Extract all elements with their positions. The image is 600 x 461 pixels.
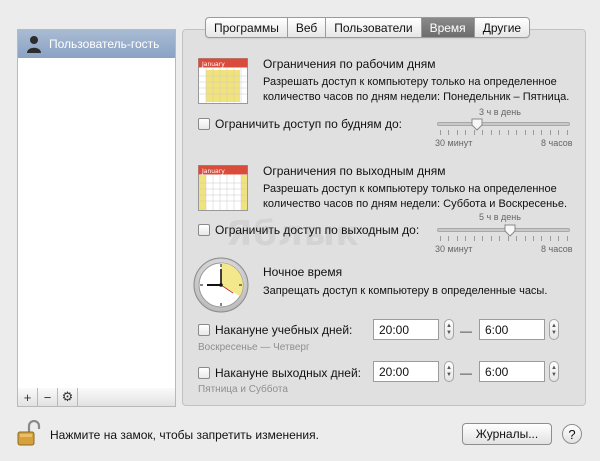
weekend-limit-label: Ограничить доступ по выходным до: bbox=[215, 223, 420, 237]
weekend-nights-row[interactable]: Накануне выходных дней: bbox=[198, 366, 361, 380]
weekday-limits-title: Ограничения по рабочим дням bbox=[263, 57, 436, 71]
calendar-weekend-icon: January bbox=[198, 165, 248, 211]
tab-web[interactable]: Веб bbox=[288, 18, 327, 37]
tab-bar: Программы Веб Пользователи Время Другие bbox=[205, 17, 531, 38]
weekend-limits-description: Разрешать доступ к компьютеру только на … bbox=[263, 183, 568, 210]
school-nights-to-stepper[interactable]: ▲ ▼ bbox=[549, 319, 559, 340]
school-nights-dash: — bbox=[460, 324, 472, 338]
tab-other[interactable]: Другие bbox=[475, 18, 529, 37]
tab-apps[interactable]: Программы bbox=[206, 18, 288, 37]
weekend-nights-from-field[interactable]: 20:00 bbox=[373, 361, 439, 382]
weekday-limit-checkbox[interactable] bbox=[198, 118, 210, 130]
lock-hint-text: Нажмите на замок, чтобы запретить измене… bbox=[50, 428, 319, 442]
bedtime-description: Запрещать доступ к компьютеру в определе… bbox=[263, 285, 548, 297]
remove-user-button[interactable]: − bbox=[38, 388, 58, 406]
sidebar-item-guest-user[interactable]: Пользователь-гость bbox=[18, 30, 175, 58]
tab-people[interactable]: Пользователи bbox=[326, 18, 422, 37]
lock-open-icon[interactable] bbox=[17, 419, 41, 446]
weekend-nights-days: Пятница и Суббота bbox=[198, 384, 288, 395]
weekday-slider-value: 3 ч в день bbox=[479, 107, 521, 117]
calendar-month-label: January bbox=[201, 168, 225, 175]
school-nights-to-field[interactable]: 6:00 bbox=[479, 319, 545, 340]
sidebar-toolbar: + − ⚙ bbox=[17, 388, 176, 407]
weekend-nights-label: Накануне выходных дней: bbox=[215, 366, 361, 380]
weekday-limit-row[interactable]: Ограничить доступ по будням до: bbox=[198, 117, 402, 131]
calendar-month-label: January bbox=[201, 61, 225, 68]
weekend-nights-to-field[interactable]: 6:00 bbox=[479, 361, 545, 382]
sidebar-item-label: Пользователь-гость bbox=[49, 37, 160, 51]
school-nights-days: Воскресенье — Четверг bbox=[198, 342, 310, 353]
school-nights-checkbox[interactable] bbox=[198, 324, 210, 336]
calendar-weekday-icon: January bbox=[198, 58, 248, 104]
weekend-limits-title: Ограничения по выходным дням bbox=[263, 164, 446, 178]
weekend-slider-max: 8 часов bbox=[541, 244, 573, 254]
tab-time[interactable]: Время bbox=[421, 18, 475, 37]
weekend-limit-checkbox[interactable] bbox=[198, 224, 210, 236]
add-user-button[interactable]: + bbox=[18, 388, 38, 406]
weekday-limits-description: Разрешать доступ к компьютеру только на … bbox=[263, 76, 570, 103]
bedtime-title: Ночное время bbox=[263, 265, 343, 279]
weekend-slider-min: 30 минут bbox=[435, 244, 473, 254]
logs-button[interactable]: Журналы... bbox=[462, 423, 552, 445]
weekend-limit-row[interactable]: Ограничить доступ по выходным до: bbox=[198, 223, 419, 237]
weekend-nights-dash: — bbox=[460, 366, 472, 380]
weekday-slider-min: 30 минут bbox=[435, 138, 473, 148]
weekday-limit-label: Ограничить доступ по будням до: bbox=[215, 117, 403, 131]
weekday-slider-track[interactable] bbox=[437, 122, 570, 126]
weekend-nights-from-stepper[interactable]: ▲ ▼ bbox=[444, 361, 454, 382]
weekday-slider-max: 8 часов bbox=[541, 138, 573, 148]
weekend-nights-checkbox[interactable] bbox=[198, 367, 210, 379]
weekend-slider-value: 5 ч в день bbox=[479, 212, 521, 222]
weekday-slider-ticks bbox=[440, 130, 568, 135]
gear-icon[interactable]: ⚙ bbox=[58, 388, 78, 406]
school-nights-from-stepper[interactable]: ▲ ▼ bbox=[444, 319, 454, 340]
clock-icon bbox=[193, 257, 249, 313]
help-button[interactable]: ? bbox=[562, 424, 582, 444]
user-silhouette-icon bbox=[26, 35, 42, 53]
school-nights-from-field[interactable]: 20:00 bbox=[373, 319, 439, 340]
school-nights-label: Накануне учебных дней: bbox=[215, 323, 353, 337]
weekend-slider-ticks bbox=[440, 236, 568, 241]
weekend-nights-to-stepper[interactable]: ▲ ▼ bbox=[549, 361, 559, 382]
user-list[interactable]: Пользователь-гость bbox=[17, 29, 176, 389]
school-nights-row[interactable]: Накануне учебных дней: bbox=[198, 323, 352, 337]
